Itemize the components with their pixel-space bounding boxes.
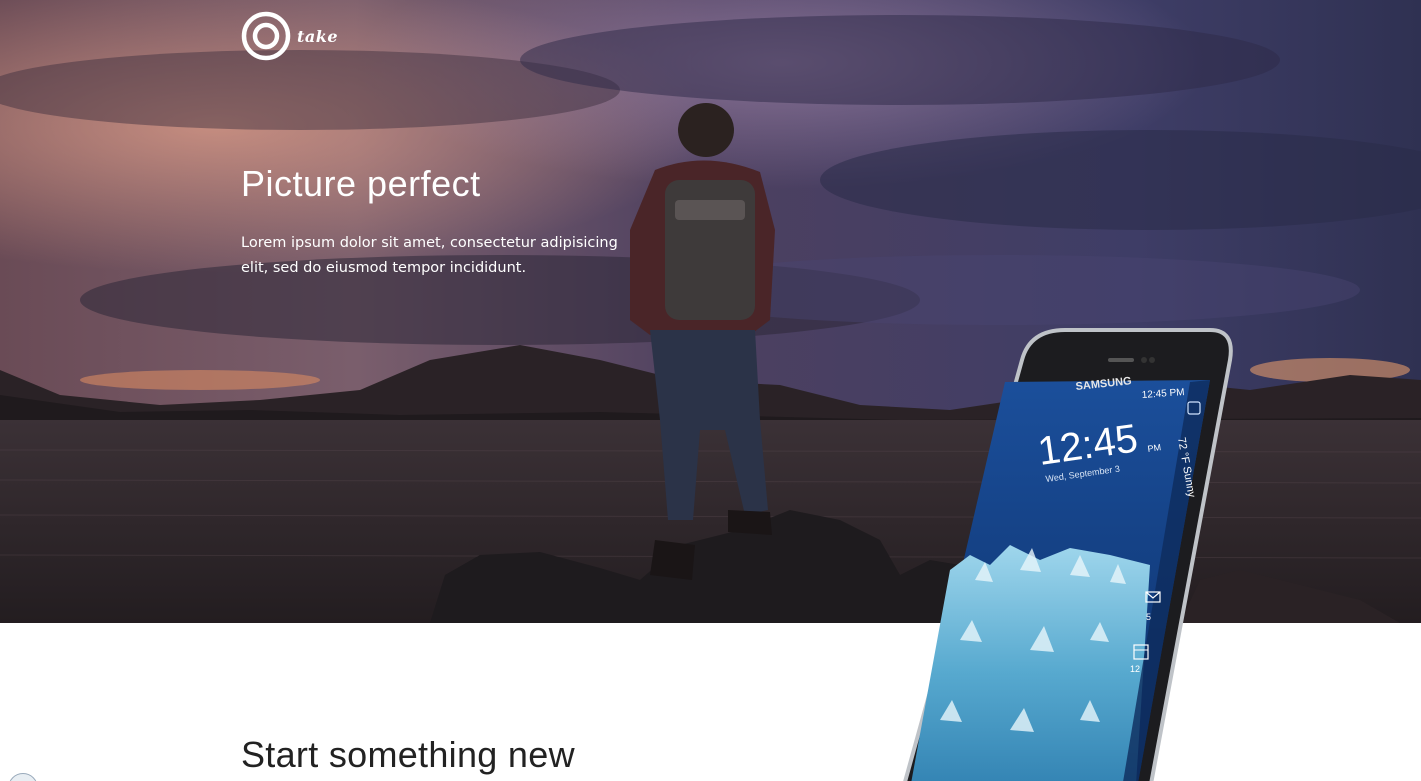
scroll-indicator[interactable] [8, 773, 38, 781]
logo-text: take [297, 26, 339, 46]
logo[interactable]: take [241, 11, 338, 61]
phone-image: SAMSUNG 12:45 PM 12:45 PM Wed, September… [903, 328, 1233, 781]
target-ring-icon [241, 11, 291, 61]
phone-clock-suffix: PM [1147, 442, 1162, 454]
phone-edge-count-1: 5 [1146, 612, 1151, 622]
hero-subtitle: Lorem ipsum dolor sit amet, consectetur … [241, 235, 618, 276]
hero-title: Picture perfect [241, 163, 481, 204]
phone-edge-count-2: 12 [1130, 664, 1140, 674]
section-title: Start something new [241, 734, 575, 775]
